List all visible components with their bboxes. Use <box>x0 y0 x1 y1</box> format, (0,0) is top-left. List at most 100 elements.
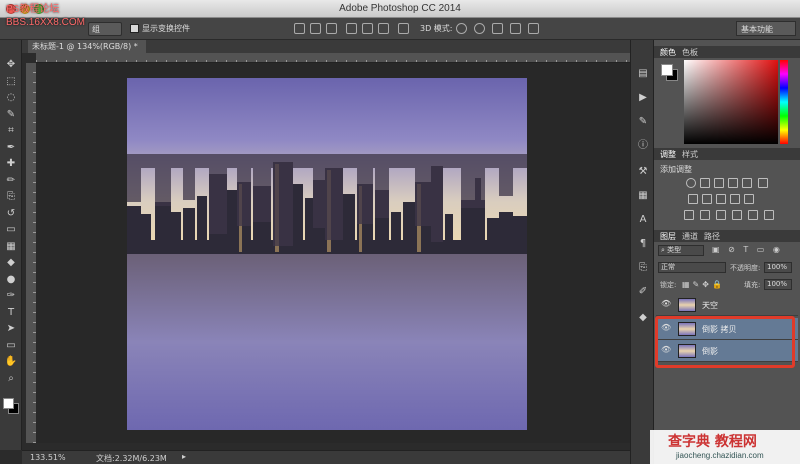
drag-3d-icon[interactable] <box>492 23 503 34</box>
tab-layers[interactable]: 图层 <box>660 231 676 242</box>
color-lookup-icon[interactable] <box>744 194 754 204</box>
layer-row[interactable]: 👁 天空 <box>656 294 798 316</box>
layer-filter-dropdown[interactable]: ⌕ 类型 <box>658 245 704 256</box>
invert-icon[interactable] <box>684 210 694 220</box>
tab-color[interactable]: 颜色 <box>660 47 676 58</box>
vibrance-icon[interactable] <box>742 178 752 188</box>
exposure-icon[interactable] <box>728 178 738 188</box>
selection-highlight <box>655 316 795 368</box>
selective-color-icon[interactable] <box>732 210 742 220</box>
tool-presets-icon[interactable]: ⚒ <box>637 166 649 178</box>
status-menu-arrow-icon[interactable]: ▸ <box>182 452 186 461</box>
document-tab[interactable]: 未标题-1 @ 134%(RGB/8) * <box>28 40 146 53</box>
window-title: Adobe Photoshop CC 2014 <box>339 3 461 14</box>
opacity-input[interactable]: 100% <box>764 262 792 273</box>
eraser-icon[interactable]: ▭ <box>4 223 18 237</box>
scale-3d-icon[interactable] <box>528 23 539 34</box>
tab-adjustments[interactable]: 调整 <box>660 149 676 160</box>
vertical-ruler[interactable] <box>26 63 36 443</box>
tab-paths[interactable]: 路径 <box>704 231 720 242</box>
slide-3d-icon[interactable] <box>510 23 521 34</box>
hand-icon[interactable]: ✋ <box>4 355 18 369</box>
hue-slider[interactable] <box>780 60 788 144</box>
color-balance-icon[interactable] <box>688 194 698 204</box>
history-icon[interactable]: ▤ <box>637 68 649 80</box>
paragraph-icon[interactable]: ¶ <box>637 238 649 250</box>
visibility-eye-icon[interactable]: 👁 <box>661 300 671 308</box>
clone-source-icon[interactable]: ⎘ <box>637 262 649 274</box>
posterize-icon[interactable] <box>700 210 710 220</box>
adjustments-panel-tabs: 调整 样式 <box>654 148 800 160</box>
move-icon[interactable]: ✥ <box>4 58 18 72</box>
shape-icon[interactable]: ▭ <box>4 339 18 353</box>
horizontal-ruler[interactable] <box>36 53 630 63</box>
blur-icon[interactable]: ◆ <box>4 256 18 270</box>
align-top-icon[interactable] <box>294 23 305 34</box>
forum-watermark: PS教程论坛 BBS.16XX8.COM <box>6 3 85 29</box>
actions-play-icon[interactable]: ▶ <box>637 92 649 104</box>
notes-icon[interactable]: ✐ <box>637 286 649 298</box>
channel-icon[interactable] <box>764 210 774 220</box>
lock-icons[interactable]: ▦✎✥🔒 <box>682 280 725 289</box>
brush-preset-icon[interactable]: ✎ <box>637 116 649 128</box>
status-bar: 133.51% 文档:2.32M/6.23M ▸ <box>22 450 630 464</box>
layer-filter-icons[interactable]: ▣ ⊘ T ▭ ◉ <box>712 245 783 254</box>
layers-panel-tabs: 图层 通道 路径 <box>654 230 800 242</box>
align-left-icon[interactable] <box>346 23 357 34</box>
title-bar: Adobe Photoshop CC 2014 <box>0 0 800 18</box>
tab-swatches[interactable]: 色板 <box>682 47 698 58</box>
channel-mixer-icon[interactable] <box>730 194 740 204</box>
color-picker-field[interactable] <box>684 60 778 144</box>
threshold-icon[interactable] <box>716 210 726 220</box>
show-transform-checkbox[interactable] <box>130 24 139 33</box>
distribute-icon[interactable] <box>398 23 409 34</box>
tab-channels[interactable]: 通道 <box>682 231 698 242</box>
character-icon[interactable]: A <box>637 214 649 226</box>
rotate-3d-icon[interactable] <box>456 23 467 34</box>
align-center-icon[interactable] <box>362 23 373 34</box>
layer-filter-value: 类型 <box>667 246 682 254</box>
fill-input[interactable]: 100% <box>764 279 792 290</box>
dodge-icon[interactable]: ● <box>4 273 18 287</box>
clone-stamp-icon[interactable]: ⎘ <box>4 190 18 204</box>
fill-label: 填充: <box>744 281 761 289</box>
properties-icon[interactable]: ⓘ <box>637 140 649 152</box>
quick-select-icon[interactable]: ✎ <box>4 108 18 122</box>
site-watermark-url: jiaocheng.chazidian.com <box>676 451 764 460</box>
eyedropper-icon[interactable]: ✒ <box>4 141 18 155</box>
lasso-icon[interactable]: ◌ <box>4 91 18 105</box>
pen-icon[interactable]: ✑ <box>4 289 18 303</box>
tab-styles[interactable]: 样式 <box>682 149 698 160</box>
panel-foreground-swatch[interactable] <box>661 64 673 76</box>
marquee-icon[interactable]: ⬚ <box>4 75 18 89</box>
path-select-icon[interactable]: ➤ <box>4 322 18 336</box>
brightness-icon[interactable] <box>686 178 696 188</box>
zoom-level[interactable]: 133.51% <box>30 453 66 462</box>
city-reflection <box>127 154 527 246</box>
blend-mode-dropdown[interactable]: 正常 <box>658 262 726 273</box>
gradient-icon[interactable]: ▦ <box>4 240 18 254</box>
levels-icon[interactable] <box>700 178 710 188</box>
layer-comps-icon[interactable]: ▦ <box>637 190 649 202</box>
workspace-dropdown[interactable]: 基本功能 <box>736 21 796 36</box>
3d-icon[interactable]: ◆ <box>637 312 649 324</box>
right-panels: 颜色 色板 调整 样式 添加调整 图层 通道 路径 ⌕ 类型 ▣ ⊘ T ▭ ◉… <box>654 40 800 464</box>
type-icon[interactable]: T <box>4 306 18 320</box>
healing-icon[interactable]: ✚ <box>4 157 18 171</box>
align-bottom-icon[interactable] <box>326 23 337 34</box>
hue-saturation-icon[interactable] <box>758 178 768 188</box>
brush-icon[interactable]: ✏ <box>4 174 18 188</box>
align-right-icon[interactable] <box>378 23 389 34</box>
gradient-map-icon[interactable] <box>748 210 758 220</box>
photo-filter-icon[interactable] <box>716 194 726 204</box>
document-image[interactable] <box>127 78 527 430</box>
history-brush-icon[interactable]: ↺ <box>4 207 18 221</box>
curves-icon[interactable] <box>714 178 724 188</box>
black-white-icon[interactable] <box>702 194 712 204</box>
zoom-icon[interactable]: ⌕ <box>4 372 18 386</box>
roll-3d-icon[interactable] <box>474 23 485 34</box>
crop-icon[interactable]: ⌗ <box>4 124 18 138</box>
foreground-color-swatch[interactable] <box>3 398 14 409</box>
auto-select-dropdown[interactable]: 组 <box>88 22 122 36</box>
align-middle-icon[interactable] <box>310 23 321 34</box>
